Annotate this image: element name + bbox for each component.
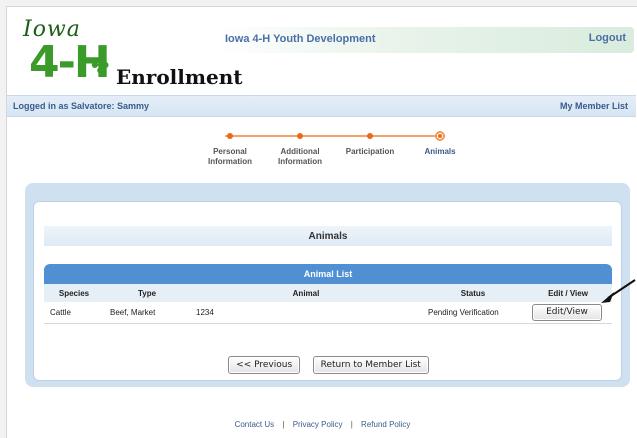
step-personal-information: Personal Information [195, 127, 265, 167]
user-bar: Logged in as Salvatore: Sammy My Member … [7, 95, 636, 117]
page: Iowa 4-H ✤ Enrollment Iowa 4-H Youth Dev… [6, 6, 637, 438]
step-dot [297, 133, 303, 139]
main-panel: Animals Animal List Species Type Animal … [25, 183, 630, 387]
navigation-buttons: << Previous Return to Member List [34, 354, 623, 374]
logged-in-text: Logged in as Salvatore: Sammy [13, 101, 150, 111]
step-animals: Animals [405, 127, 475, 157]
col-header-type: Type [137, 288, 157, 298]
step-label: Personal [213, 147, 247, 156]
cell-species: Cattle [50, 308, 71, 317]
step-label: Participation [345, 147, 395, 156]
step-dot-current [435, 131, 445, 141]
footer: Contact Us | Privacy Policy | Refund Pol… [7, 420, 637, 429]
step-additional-information: Additional Information [265, 127, 335, 167]
col-header-species: Species [58, 288, 90, 298]
clover-icon: ✤ [91, 53, 110, 78]
table-row: Cattle Beef, Market 1234 Pending Verific… [44, 302, 612, 324]
step-label: Additional [280, 147, 320, 156]
footer-separator: | [282, 420, 285, 429]
step-participation: Participation [335, 127, 405, 157]
cell-status: Pending Verification [428, 308, 499, 317]
footer-separator: | [350, 420, 353, 429]
step-label: Information [278, 157, 322, 166]
privacy-policy-link[interactable]: Privacy Policy [293, 420, 343, 429]
progress-stepper: Personal Information Additional Informatio… [195, 127, 475, 177]
table-header-row: Species Type Animal Status Edit / View [44, 284, 612, 302]
section-title: Animals [308, 231, 348, 242]
logo-enrollment-text: Enrollment [116, 65, 243, 89]
refund-policy-link[interactable]: Refund Policy [361, 420, 410, 429]
step-label: Animals [424, 147, 456, 156]
animals-panel: Animals Animal List Species Type Animal … [33, 201, 622, 381]
animal-list-table: Animal List Species Type Animal Status E… [44, 264, 612, 324]
contact-us-link[interactable]: Contact Us [235, 420, 275, 429]
my-member-list-link[interactable]: My Member List [560, 101, 628, 111]
table-caption: Animal List [44, 264, 612, 284]
cell-animal: 1234 [196, 308, 214, 317]
col-header-animal: Animal [292, 288, 320, 298]
return-to-member-list-button[interactable]: Return to Member List [312, 356, 429, 374]
site-title: Iowa 4-H Youth Development [225, 33, 376, 45]
col-header-status: Status [460, 288, 486, 298]
step-dot [367, 133, 373, 139]
edit-view-button[interactable]: Edit/View [532, 304, 602, 321]
step-dot [227, 133, 233, 139]
logout-link[interactable]: Logout [589, 32, 626, 44]
previous-button[interactable]: << Previous [228, 356, 301, 374]
cell-type: Beef, Market [110, 308, 156, 317]
section-header: Animals [44, 226, 612, 246]
header-bar: Iowa 4-H Youth Development Logout [215, 27, 634, 53]
pointer-arrow-icon [601, 279, 636, 303]
iowa-4h-enrollment-logo: Iowa 4-H ✤ Enrollment [21, 17, 243, 95]
step-label: Information [208, 157, 252, 166]
